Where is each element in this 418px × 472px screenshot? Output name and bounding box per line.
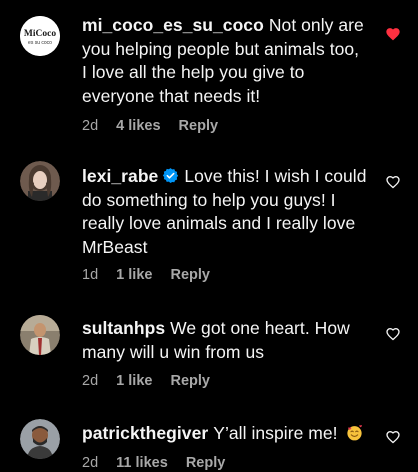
reply-button[interactable]: Reply [170, 373, 210, 389]
comment-username[interactable]: patrickthegiver [82, 423, 208, 443]
reply-button[interactable]: Reply [170, 267, 210, 283]
comment-username[interactable]: sultanhps [82, 318, 165, 338]
comment-username[interactable]: lexi_rabe [82, 166, 158, 186]
verified-badge-icon [163, 168, 179, 183]
smiling-face-with-hearts-emoji [346, 425, 362, 441]
avatar-logo-subtext: es su coco [28, 40, 52, 46]
heart-icon[interactable] [385, 429, 401, 445]
heart-filled-icon[interactable] [385, 26, 401, 42]
comment-body: mi_coco_es_su_coco Not only are you helpi… [82, 14, 367, 108]
avatar-image: MiCoco es su coco [20, 16, 60, 56]
avatar-logo-text: MiCoco [24, 29, 56, 39]
heart-icon[interactable] [385, 326, 401, 342]
comment-timestamp: 1d [82, 267, 99, 283]
comment-meta: 1d 1 like Reply [82, 265, 224, 285]
reply-button[interactable]: Reply [186, 455, 226, 471]
avatar[interactable] [20, 419, 60, 459]
comment-timestamp: 2d [82, 373, 99, 389]
comment-likes-count[interactable]: 11 likes [116, 455, 168, 471]
comment-likes-count[interactable]: 4 likes [116, 118, 160, 134]
avatar[interactable] [20, 161, 60, 201]
avatar[interactable] [20, 315, 60, 355]
avatar-image [20, 419, 60, 459]
comment-username[interactable]: mi_coco_es_su_coco [82, 15, 264, 35]
avatar[interactable]: MiCoco es su coco [20, 16, 60, 56]
heart-icon[interactable] [385, 174, 401, 190]
comment-timestamp: 2d [82, 455, 99, 471]
comment-likes-count[interactable]: 1 like [116, 267, 152, 283]
reply-button[interactable]: Reply [179, 118, 219, 134]
comment-timestamp: 2d [82, 118, 99, 134]
comment-body: sultanhps We got one heart. How many will… [82, 317, 367, 364]
comment-body: lexi_rabe Love this! I wish I could do s… [82, 165, 367, 259]
comment-body: patrickthegiver Y’all inspire me! [82, 422, 367, 446]
avatar-image [20, 161, 60, 201]
comment-likes-count[interactable]: 1 like [116, 373, 152, 389]
comment-meta: 2d 11 likes Reply [82, 453, 239, 472]
comment-meta: 2d 4 likes Reply [82, 116, 232, 136]
comment-meta: 2d 1 like Reply [82, 371, 224, 391]
avatar-image [20, 315, 60, 355]
comment-text: Y’all inspire me! [213, 423, 338, 443]
